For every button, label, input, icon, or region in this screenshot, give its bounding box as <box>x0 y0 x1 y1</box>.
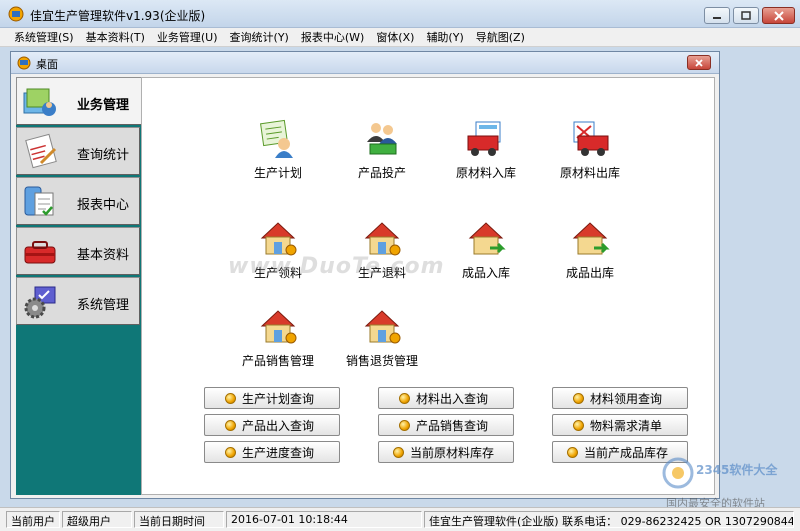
close-icon <box>695 58 703 67</box>
bullet-icon <box>225 446 236 458</box>
tile-label: 成品入库 <box>461 266 510 280</box>
finished-goods-stock-button[interactable]: 当前产成品库存 <box>552 441 688 463</box>
sidebar: 业务管理 查询统计 报表中心 基本资料 系统管理 <box>16 77 141 495</box>
window-title: 佳宜生产管理软件v1.93(企业版) <box>30 9 206 23</box>
sidebar-item-business[interactable]: 业务管理 <box>16 77 141 125</box>
tile-label: 原材料入库 <box>455 166 516 180</box>
sidebar-item-label: 报表中心 <box>77 198 130 213</box>
sidebar-item-system[interactable]: 系统管理 <box>16 277 140 325</box>
tile-label: 生产退料 <box>357 266 406 280</box>
house-icon <box>364 310 401 344</box>
tile-finished-out[interactable]: 成品出库 <box>542 218 638 298</box>
menu-navigation[interactable]: 导航图(Z) <box>470 29 531 45</box>
tile-label: 原材料出库 <box>559 166 620 180</box>
tile-sales-management[interactable]: 产品销售管理 <box>222 306 334 386</box>
raw-material-stock-button[interactable]: 当前原材料库存 <box>378 441 514 463</box>
report-icon <box>24 186 54 216</box>
tile-label: 销售退货管理 <box>345 354 418 368</box>
sidebar-item-label: 业务管理 <box>77 98 130 113</box>
status-datetime-value: 2016-07-01 10:18:44 <box>226 511 422 528</box>
desktop-title: 桌面 <box>36 58 58 71</box>
maximize-button[interactable] <box>733 7 759 24</box>
production-plan-icon <box>260 119 293 158</box>
sidebar-item-basic-data[interactable]: 基本资料 <box>16 227 140 275</box>
tile-production-plan[interactable]: 生产计划 <box>230 118 326 198</box>
close-icon <box>773 10 784 21</box>
menu-help[interactable]: 辅助(Y) <box>420 29 469 45</box>
sidebar-item-label: 基本资料 <box>77 248 130 263</box>
material-out-icon <box>573 121 609 156</box>
tile-material-out[interactable]: 原材料出库 <box>542 118 638 198</box>
tile-finished-in[interactable]: 成品入库 <box>438 218 534 298</box>
desktop-icon <box>17 56 31 70</box>
house-arrow-icon <box>468 222 506 255</box>
sidebar-item-label: 系统管理 <box>77 298 130 313</box>
menu-system[interactable]: 系统管理(S) <box>8 29 80 45</box>
tile-production-picking[interactable]: 生产领料 <box>230 218 326 298</box>
app-logo-icon <box>8 6 24 22</box>
status-user-value: 超级用户 <box>62 511 132 528</box>
minimize-icon <box>713 16 721 19</box>
query-product-sales-button[interactable]: 产品销售查询 <box>378 414 514 436</box>
menu-bar: 系统管理(S) 基本资料(T) 业务管理(U) 查询统计(Y) 报表中心(W) … <box>0 28 800 47</box>
bullet-icon <box>225 392 236 404</box>
query-icon <box>25 133 57 169</box>
tile-label: 产品销售管理 <box>241 354 314 368</box>
tile-product-launch[interactable]: 产品投产 <box>334 118 430 198</box>
title-bar: 佳宜生产管理软件v1.93(企业版) <box>0 0 800 28</box>
sidebar-item-label: 查询统计 <box>77 148 130 163</box>
menu-window[interactable]: 窗体(X) <box>370 29 420 45</box>
status-user-label: 当前用户 <box>6 511 60 528</box>
query-production-progress-button[interactable]: 生产进度查询 <box>204 441 340 463</box>
toolbox-icon <box>24 241 56 264</box>
desktop-window: 桌面 业务管理 查询统计 报表中心 基本资料 系统管理 生产计划 产品投产 原材… <box>10 51 720 499</box>
status-info: 佳宜生产管理软件(企业版) 联系电话： 029-86232425 OR 1307… <box>424 511 794 528</box>
bullet-icon <box>573 392 584 404</box>
house-icon <box>260 222 297 256</box>
house-icon <box>364 222 401 256</box>
main-panel: 生产计划 产品投产 原材料入库 原材料出库 生产领料 生产退料 成品入库 成品出… <box>141 77 715 495</box>
tile-material-in[interactable]: 原材料入库 <box>438 118 534 198</box>
menu-business[interactable]: 业务管理(U) <box>151 29 224 45</box>
desktop-title-bar: 桌面 <box>11 52 719 74</box>
tile-label: 成品出库 <box>565 266 614 280</box>
status-bar: 当前用户 超级用户 当前日期时间 2016-07-01 10:18:44 佳宜生… <box>0 507 800 531</box>
minimize-button[interactable] <box>704 7 730 24</box>
query-product-inout-button[interactable]: 产品出入查询 <box>204 414 340 436</box>
tile-label: 产品投产 <box>357 166 406 180</box>
tile-label: 生产领料 <box>253 266 302 280</box>
material-in-icon <box>467 121 501 156</box>
desktop-close-button[interactable] <box>687 55 711 70</box>
query-material-inout-button[interactable]: 材料出入查询 <box>378 387 514 409</box>
bullet-icon <box>399 419 410 431</box>
query-material-usage-button[interactable]: 材料领用查询 <box>552 387 688 409</box>
bullet-icon <box>573 419 584 431</box>
tile-sales-return[interactable]: 销售退货管理 <box>326 306 438 386</box>
bullet-icon <box>567 446 578 458</box>
query-production-plan-button[interactable]: 生产计划查询 <box>204 387 340 409</box>
status-datetime-label: 当前日期时间 <box>134 511 224 528</box>
material-requirements-button[interactable]: 物料需求清单 <box>552 414 688 436</box>
close-button[interactable] <box>762 7 795 24</box>
business-icon <box>23 88 56 116</box>
bullet-icon <box>393 446 404 458</box>
sidebar-item-query[interactable]: 查询统计 <box>16 127 140 175</box>
menu-reports[interactable]: 报表中心(W) <box>295 29 370 45</box>
menu-basic-data[interactable]: 基本资料(T) <box>80 29 151 45</box>
menu-query[interactable]: 查询统计(Y) <box>224 29 295 45</box>
bullet-icon <box>399 392 410 404</box>
settings-gear-icon <box>24 286 56 319</box>
product-launch-icon <box>367 123 397 155</box>
bullet-icon <box>225 419 236 431</box>
tile-label: 生产计划 <box>253 166 302 180</box>
restore-icon <box>741 11 751 20</box>
house-arrow-icon <box>572 222 610 255</box>
house-icon <box>260 310 297 344</box>
sidebar-item-reports[interactable]: 报表中心 <box>16 177 140 225</box>
tile-production-return[interactable]: 生产退料 <box>334 218 430 298</box>
